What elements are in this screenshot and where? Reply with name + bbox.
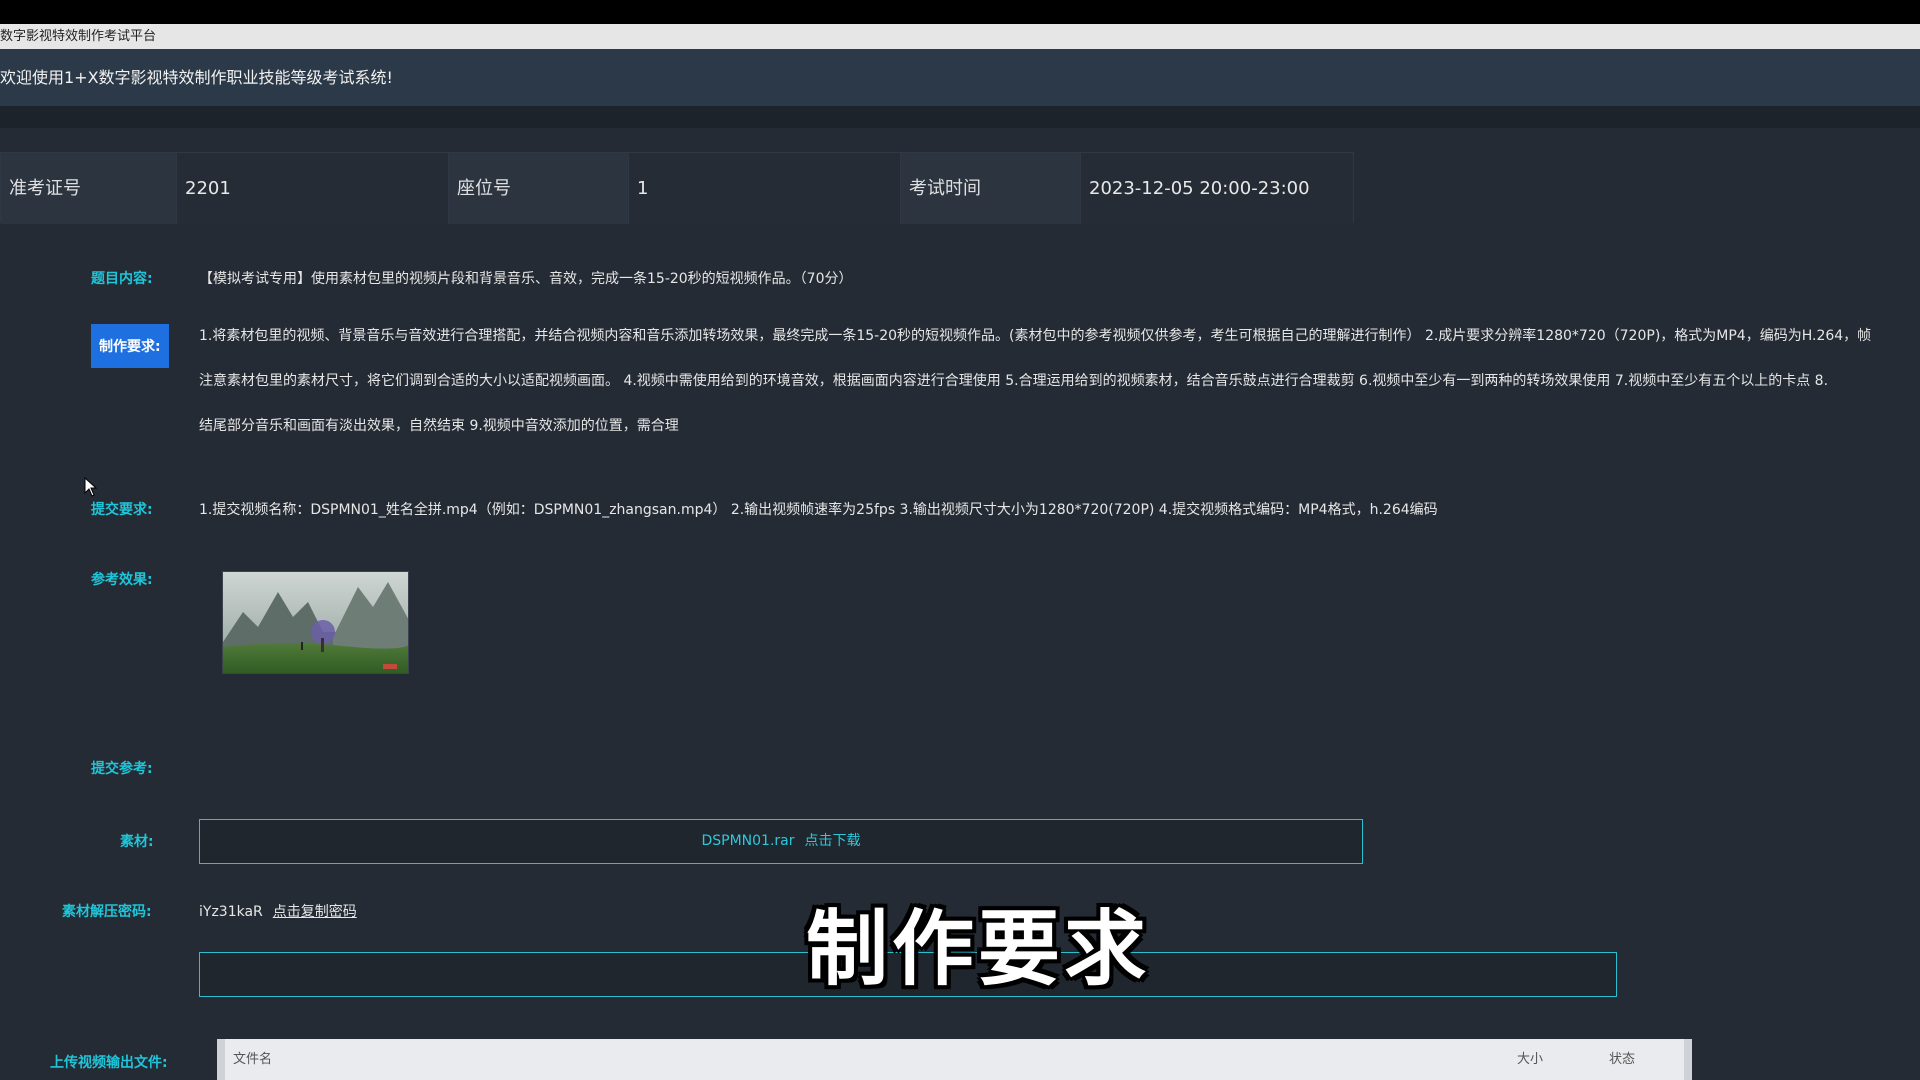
requirements-label: 制作要求: <box>91 324 169 368</box>
header-divider <box>0 106 1920 128</box>
candidate-info-table: 准考证号 2201 座位号 1 考试时间 2023-12-05 20:00-23… <box>0 152 1354 224</box>
window-title: 数字影视特效制作考试平台 <box>0 24 1920 49</box>
requirements-text: 1.将素材包里的视频、背景音乐与音效进行合理搭配，并结合视频内容和音乐添加转场效… <box>199 314 1920 449</box>
seat-number-label: 座位号 <box>449 153 629 224</box>
password-label: 素材解压密码: <box>62 904 152 920</box>
reference-video-thumbnail[interactable] <box>222 571 409 674</box>
reference-effect-label: 参考效果: <box>91 572 153 588</box>
material-download-button[interactable]: DSPMN01.rar 点击下载 <box>199 819 1363 864</box>
column-filename: 文件名 <box>233 1052 273 1067</box>
submit-requirements-text: 1.提交视频名称：DSPMN01_姓名全拼.mp4（例如：DSPMN01_zha… <box>199 502 1438 518</box>
submit-reference-label: 提交参考: <box>91 761 153 777</box>
material-label: 素材: <box>120 834 154 850</box>
ticket-number-value: 2201 <box>177 153 449 224</box>
topic-text: 【模拟考试专用】使用素材包里的视频片段和背景音乐、音效，完成一条15-20秒的短… <box>199 271 853 287</box>
ticket-number-label: 准考证号 <box>1 153 177 224</box>
column-status: 状态 <box>1609 1052 1636 1067</box>
requirements-line: 注意素材包里的素材尺寸，将它们调到合适的大小以适配视频画面。 4.视频中需使用给… <box>199 373 1829 389</box>
upload-output-label: 上传视频输出文件: <box>50 1055 168 1071</box>
landscape-thumbnail-image <box>223 572 408 673</box>
password-row: iYz31kaR 点击复制密码 <box>199 901 357 921</box>
topic-label: 题目内容: <box>91 271 153 287</box>
exam-time-label: 考试时间 <box>901 153 1081 224</box>
requirements-line: 1.将素材包里的视频、背景音乐与音效进行合理搭配，并结合视频内容和音乐添加转场效… <box>199 328 1872 344</box>
requirements-line: 结尾部分音乐和画面有淡出效果，自然结束 9.视频中音效添加的位置，需合理 <box>199 418 679 434</box>
exam-time-value: 2023-12-05 20:00-23:00 <box>1081 153 1353 224</box>
download-link[interactable]: 点击下载 <box>805 833 861 849</box>
material-filename: DSPMN01.rar <box>701 833 795 849</box>
copy-password-link[interactable]: 点击复制密码 <box>273 904 357 920</box>
upload-file-table-header: 文件名 大小 状态 <box>217 1039 1692 1080</box>
mouse-cursor-icon <box>84 477 98 497</box>
column-size: 大小 <box>1517 1052 1544 1067</box>
welcome-banner: 欢迎使用1+X数字影视特效制作职业技能等级考试系统! <box>0 49 1920 106</box>
submit-requirements-label: 提交要求: <box>91 502 153 518</box>
seat-number-value: 1 <box>629 153 901 224</box>
password-value: iYz31kaR <box>199 904 263 920</box>
video-subtitle-caption: 制作要求 <box>806 902 1151 997</box>
screen-top-bar <box>0 0 1920 24</box>
